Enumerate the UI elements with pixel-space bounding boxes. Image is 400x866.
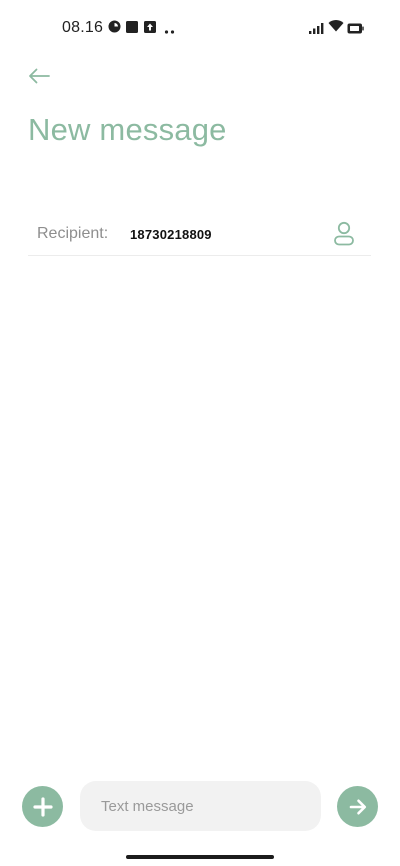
recipient-field[interactable]: 18730218809 xyxy=(130,227,212,242)
square-notification-icon xyxy=(126,20,138,38)
add-attachment-button[interactable] xyxy=(22,786,63,827)
send-arrow-icon xyxy=(349,799,366,814)
recipient-label: Recipient: xyxy=(37,225,109,242)
person-icon xyxy=(334,221,354,246)
page-title: New message xyxy=(28,112,227,147)
battery-icon xyxy=(347,21,364,39)
more-notifications-icon xyxy=(164,22,176,40)
wifi-icon xyxy=(328,19,344,37)
signal-icon xyxy=(309,21,324,39)
send-button[interactable] xyxy=(337,786,378,827)
message-input[interactable] xyxy=(80,781,321,831)
contact-picker-button[interactable] xyxy=(331,220,357,248)
status-time: 08.16 xyxy=(62,19,104,36)
new-message-screen: 08.16 New message Recipient: 18730218809… xyxy=(0,0,400,866)
upload-notification-icon xyxy=(144,20,156,38)
recipient-row[interactable]: Recipient: 18730218809 xyxy=(28,212,371,256)
back-arrow-icon xyxy=(29,68,50,84)
plus-icon xyxy=(32,796,53,817)
data-saver-icon xyxy=(108,20,121,38)
status-bar: 08.16 xyxy=(0,0,400,56)
home-indicator[interactable] xyxy=(126,855,274,859)
back-button[interactable] xyxy=(26,64,52,88)
